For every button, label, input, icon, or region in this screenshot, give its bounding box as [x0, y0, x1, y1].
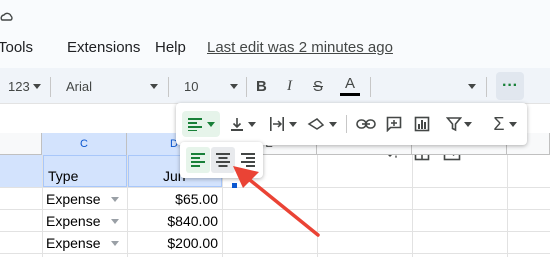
- amount-cell[interactable]: $65.00: [128, 188, 218, 210]
- align-left-icon: [191, 153, 205, 167]
- vertical-align-bottom-icon: [231, 118, 243, 131]
- amount-cell[interactable]: $200.00: [128, 232, 218, 254]
- strikethrough-icon[interactable]: S: [313, 68, 323, 104]
- number-format-label: 123: [8, 78, 30, 94]
- text-rotation-button[interactable]: [304, 111, 340, 137]
- filter-dropdown[interactable]: [462, 106, 472, 142]
- more-horizontal-icon: ···: [502, 77, 518, 94]
- functions-button[interactable]: Σ: [488, 111, 522, 137]
- chevron-down-icon: [230, 83, 238, 89]
- cloud-saved-icon: [0, 12, 13, 21]
- align-left-icon: [188, 118, 202, 131]
- font-size-dropdown[interactable]: 10: [184, 68, 238, 104]
- header-cell-type[interactable]: Type: [43, 155, 127, 187]
- font-label: Arial: [66, 78, 93, 94]
- bold-icon[interactable]: B: [256, 68, 267, 104]
- column-header-b[interactable]: [0, 133, 42, 155]
- column-header-c[interactable]: C: [42, 133, 127, 155]
- type-value: Expense: [46, 213, 101, 229]
- header-cell-b[interactable]: [0, 155, 42, 187]
- text-color-icon[interactable]: A: [340, 68, 360, 104]
- text-rotation-icon: [307, 118, 325, 130]
- italic-icon[interactable]: I: [287, 68, 292, 104]
- vertical-align-button[interactable]: [226, 111, 260, 137]
- merge-cells-dropdown[interactable]: [468, 68, 476, 104]
- annotation-arrow-icon: [233, 166, 320, 237]
- text-wrapping-button[interactable]: [266, 111, 300, 137]
- amount-cell[interactable]: $840.00: [128, 210, 218, 232]
- align-left-option[interactable]: [186, 147, 210, 173]
- dropdown-chevron-icon[interactable]: [111, 219, 119, 224]
- type-value: Expense: [46, 191, 101, 207]
- chevron-down-icon: [150, 83, 158, 89]
- font-size-label: 10: [184, 78, 199, 94]
- text-wrap-icon: [270, 117, 284, 131]
- menu-help[interactable]: Help: [155, 39, 186, 56]
- menu-tools[interactable]: Tools: [0, 39, 33, 56]
- insert-chart-icon[interactable]: [414, 116, 430, 132]
- font-dropdown[interactable]: Arial: [66, 68, 158, 104]
- overflow-toolbar-popup: Σ: [176, 103, 527, 145]
- menu-extensions[interactable]: Extensions: [67, 39, 140, 56]
- horizontal-align-button[interactable]: [182, 111, 220, 137]
- dropdown-chevron-icon[interactable]: [111, 241, 119, 246]
- insert-link-icon[interactable]: [356, 117, 376, 131]
- type-value: Expense: [46, 235, 101, 251]
- more-options-button[interactable]: ···: [496, 72, 524, 100]
- menu-bar: Tools Extensions Help Last edit was 2 mi…: [0, 0, 550, 68]
- insert-comment-icon[interactable]: [386, 116, 402, 132]
- dropdown-chevron-icon[interactable]: [111, 197, 119, 202]
- sigma-icon: Σ: [493, 113, 505, 134]
- number-format-dropdown[interactable]: 123: [8, 68, 41, 104]
- filter-icon[interactable]: [446, 116, 462, 132]
- last-edit-link[interactable]: Last edit was 2 minutes ago: [207, 39, 393, 56]
- toolbar: 123 Arial 10 B I S A ···: [0, 68, 550, 161]
